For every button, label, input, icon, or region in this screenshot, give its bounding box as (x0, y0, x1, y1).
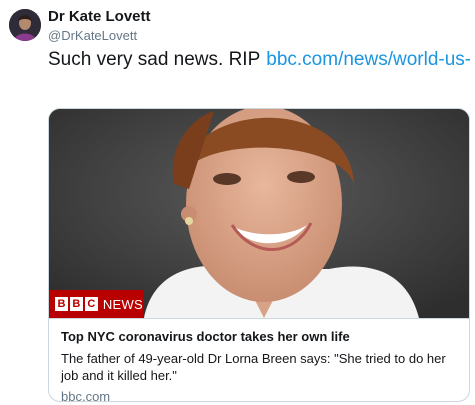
tweet-body: Such very sad news. RIP (48, 49, 261, 70)
tweet-link[interactable]: bbc.com/news/world-us-… (266, 49, 470, 70)
bbc-letter: B (69, 297, 83, 311)
card-image[interactable]: B B C NEWS (49, 109, 469, 318)
link-preview-card[interactable]: B B C NEWS Top NYC coronavirus doctor ta… (48, 108, 470, 402)
bbc-letter: C (84, 297, 98, 311)
bbc-news-logo: B B C NEWS (49, 290, 143, 318)
author-avatar[interactable] (9, 9, 41, 41)
tweet-text: Such very sad news. RIP bbc.com/news/worl… (48, 48, 470, 72)
card-title[interactable]: Top NYC coronavirus doctor takes her own… (61, 328, 457, 345)
card-description: The father of 49-year-old Dr Lorna Breen… (61, 351, 446, 383)
bbc-letter: B (55, 297, 68, 311)
profile-photo-icon (9, 9, 41, 41)
news-photo-icon (49, 109, 469, 318)
card-body[interactable]: Top NYC coronavirus doctor takes her own… (49, 318, 469, 401)
author-handle[interactable]: @DrKateLovett (48, 28, 137, 44)
card-domain: bbc.com (61, 389, 111, 402)
author-name[interactable]: Dr Kate Lovett (48, 8, 151, 26)
bbc-news-word: NEWS (102, 296, 144, 312)
